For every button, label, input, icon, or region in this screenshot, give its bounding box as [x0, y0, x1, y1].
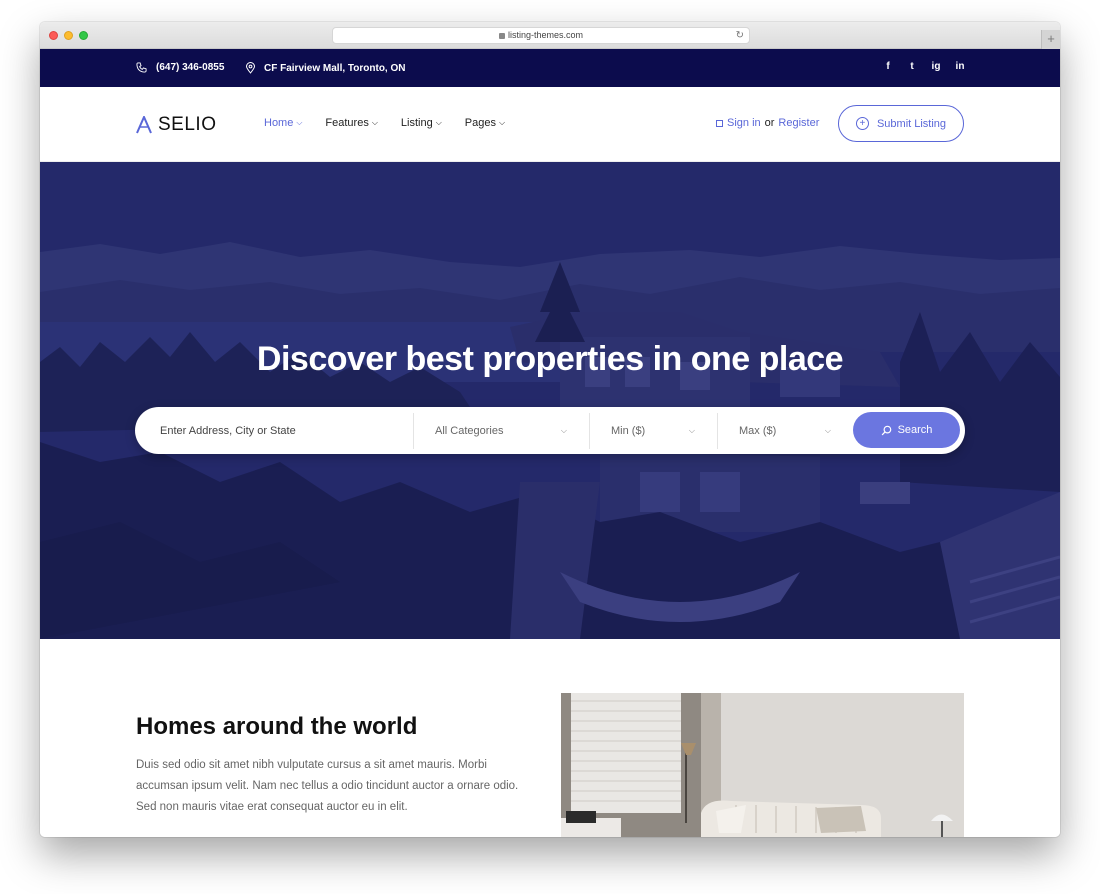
reload-icon[interactable]: ↻ — [736, 28, 744, 43]
section-text: Duis sed odio sit amet nibh vulputate cu… — [136, 759, 519, 813]
main-navbar: SELIO Home ⌵ Features ⌵ Listing ⌵ Pages ⌵ Si… — [40, 87, 1060, 162]
hero-title: Discover best properties in one place — [256, 340, 844, 378]
browser-chrome: listing-themes.com ↻ + — [40, 22, 1060, 49]
homes-section: Homes around the world Duis sed odio sit… — [40, 639, 1060, 837]
chevron-down-icon: ⌵ — [296, 118, 303, 127]
submit-listing-button[interactable]: + Submit Listing — [838, 105, 964, 142]
logo-icon — [136, 116, 152, 134]
menu-item-listing[interactable]: Listing ⌵ — [401, 117, 442, 129]
address-bar[interactable]: listing-themes.com ↻ — [332, 27, 750, 44]
search-button[interactable]: Search — [853, 412, 960, 448]
address-search-input[interactable]: Enter Address, City or State — [135, 412, 414, 449]
address-info[interactable]: CF Fairview Mall, Toronto, ON — [246, 62, 406, 74]
living-room-photo — [561, 693, 964, 837]
facebook-icon[interactable]: f — [883, 61, 893, 72]
min-price-value: Min ($) — [611, 424, 646, 437]
linkedin-icon[interactable]: in — [955, 61, 965, 72]
address-placeholder: Enter Address, City or State — [160, 424, 296, 437]
menu-item-home[interactable]: Home ⌵ — [264, 117, 302, 129]
hero-section: Discover best properties in one place En… — [40, 162, 1060, 639]
submit-listing-label: Submit Listing — [876, 117, 947, 130]
category-select[interactable]: All Categories ⌵ — [414, 412, 590, 449]
category-value: All Categories — [435, 424, 504, 437]
chevron-down-icon: ⌵ — [560, 425, 567, 435]
chevron-down-icon: ⌵ — [824, 425, 831, 435]
sign-in-link[interactable]: Sign in — [727, 117, 761, 129]
phone-info[interactable]: (647) 346-0855 — [136, 62, 224, 73]
section-title: Homes around the world — [136, 713, 418, 740]
chevron-down-icon: ⌵ — [435, 118, 442, 127]
plus-circle-icon: + — [855, 117, 869, 130]
auth-links: Sign in or Register — [716, 117, 819, 129]
map-pin-icon — [246, 62, 255, 74]
site-logo[interactable]: SELIO — [136, 114, 216, 136]
new-tab-button[interactable]: + — [1041, 30, 1060, 49]
hero-background-image — [40, 162, 1060, 639]
max-price-value: Max ($) — [739, 424, 777, 437]
close-window-button[interactable] — [49, 31, 58, 40]
logo-text: SELIO — [158, 114, 217, 135]
search-form: Enter Address, City or State All Categor… — [135, 407, 965, 454]
lock-icon — [498, 32, 505, 39]
instagram-icon[interactable]: ig — [931, 61, 941, 72]
register-link[interactable]: Register — [778, 117, 819, 129]
search-button-label: Search — [897, 424, 933, 436]
search-icon — [881, 425, 891, 435]
or-text: or — [764, 117, 775, 129]
min-price-select[interactable]: Min ($) ⌵ — [590, 412, 718, 449]
social-links: f t ig in — [883, 61, 965, 72]
address-text: CF Fairview Mall, Toronto, ON — [264, 62, 406, 74]
login-icon — [716, 119, 723, 127]
main-menu: Home ⌵ Features ⌵ Listing ⌵ Pages ⌵ — [264, 117, 528, 129]
chevron-down-icon: ⌵ — [499, 118, 506, 127]
minimize-window-button[interactable] — [64, 31, 73, 40]
maximize-window-button[interactable] — [79, 31, 88, 40]
browser-window: listing-themes.com ↻ + (647) 346-0855 CF… — [40, 22, 1060, 837]
menu-item-features[interactable]: Features ⌵ — [325, 117, 378, 129]
phone-icon — [136, 62, 147, 73]
chevron-down-icon: ⌵ — [688, 425, 695, 435]
url-text: listing-themes.com — [507, 30, 584, 40]
twitter-icon[interactable]: t — [907, 61, 917, 72]
chevron-down-icon: ⌵ — [371, 118, 378, 127]
max-price-select[interactable]: Max ($) ⌵ — [718, 413, 853, 449]
living-room-image — [561, 693, 964, 837]
menu-item-pages[interactable]: Pages ⌵ — [465, 117, 505, 129]
phone-number: (647) 346-0855 — [156, 62, 225, 73]
top-info-bar: (647) 346-0855 CF Fairview Mall, Toronto… — [40, 49, 1060, 87]
